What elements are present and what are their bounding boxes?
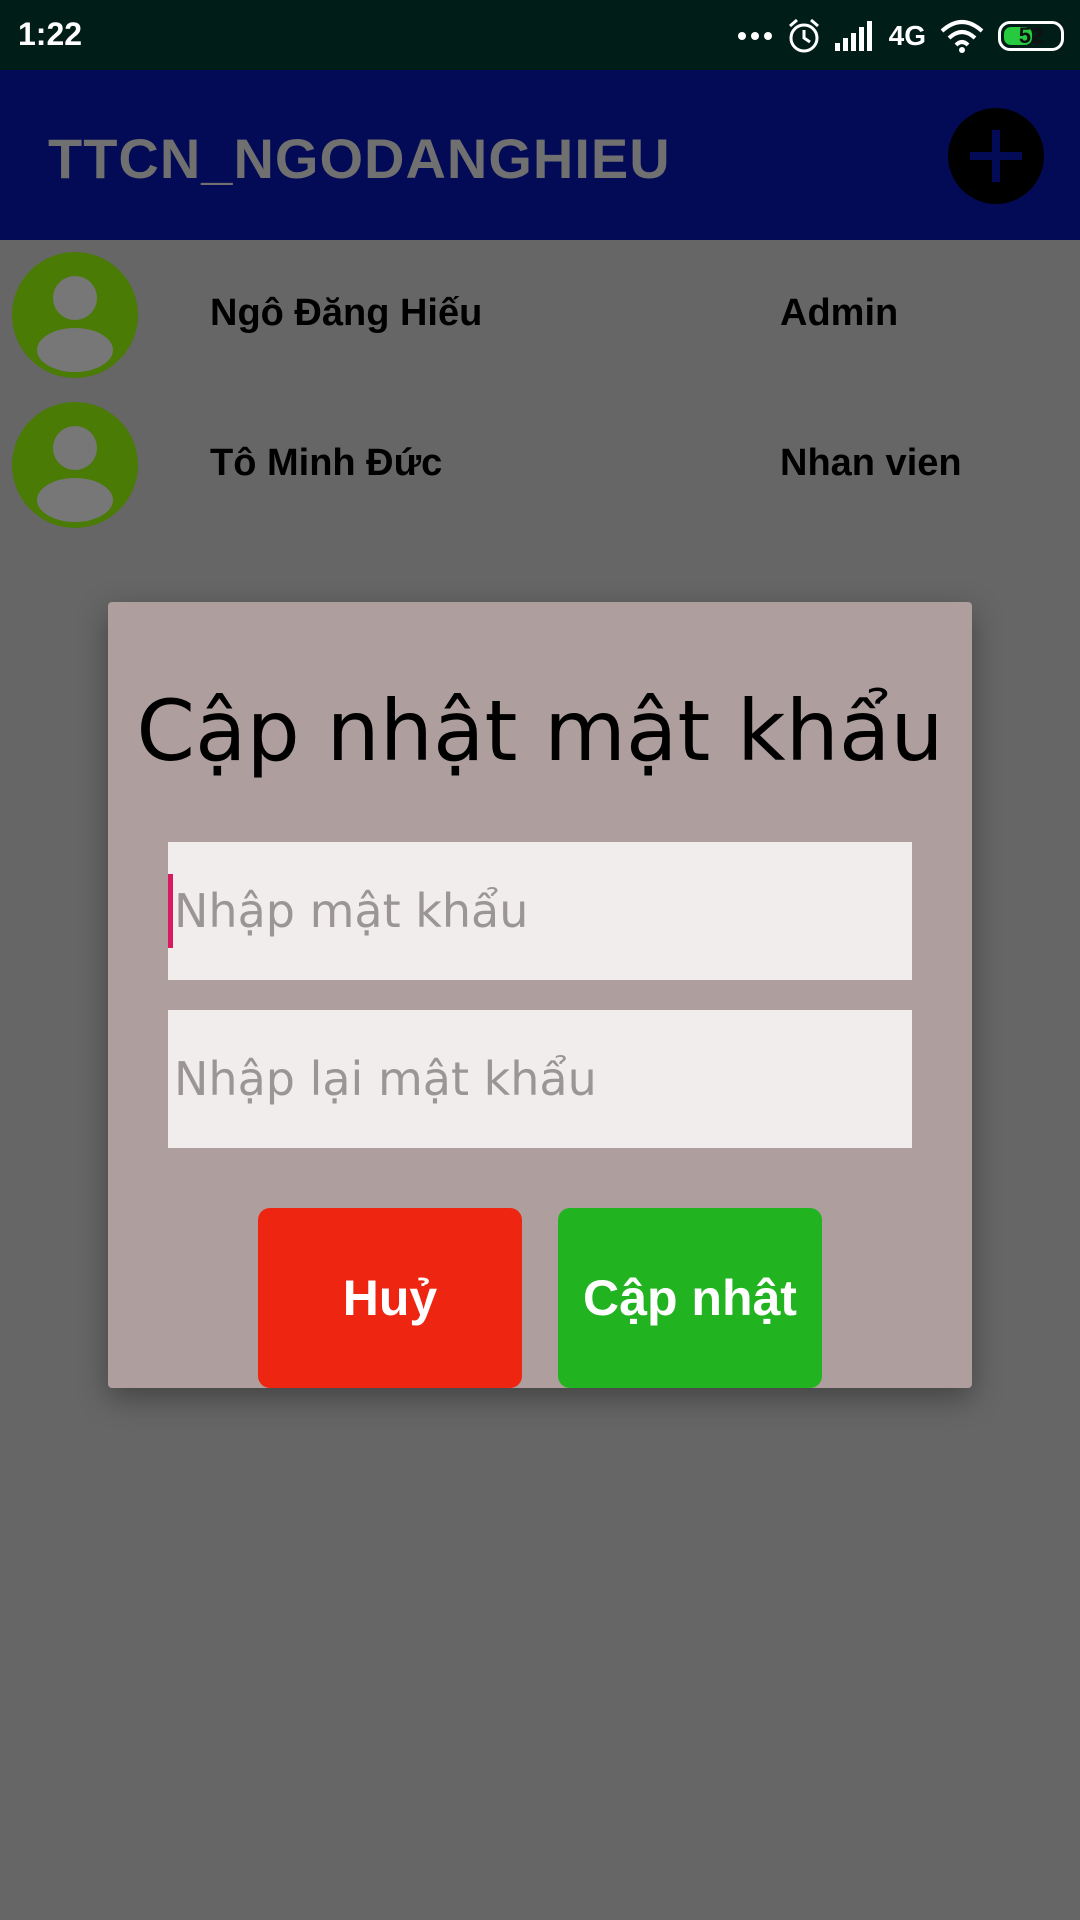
user-avatar-icon — [37, 426, 113, 522]
avatar — [12, 402, 138, 528]
user-role: Nhan vien — [780, 442, 962, 484]
user-row[interactable]: Tô Minh Đức Nhan vien — [0, 390, 1080, 540]
app-bar: TTCN_NGODANGHIEU — [0, 70, 1080, 240]
text-cursor — [168, 874, 173, 948]
add-user-button[interactable] — [948, 108, 1044, 204]
update-button[interactable]: Cập nhật — [558, 1208, 822, 1388]
app-title: TTCN_NGODANGHIEU — [48, 127, 671, 190]
status-icons: 4G 52 — [737, 14, 1064, 58]
update-password-dialog: Cập nhật mật khẩu Huỷ Cập nhật — [108, 602, 972, 1388]
dialog-title: Cập nhật mật khẩu — [136, 682, 944, 780]
battery-level: 52 — [1018, 23, 1044, 48]
confirm-password-input[interactable] — [168, 1010, 912, 1148]
network-type: 4G — [888, 20, 926, 51]
user-name: Ngô Đăng Hiếu — [210, 292, 483, 334]
wifi-icon — [940, 20, 984, 53]
avatar — [12, 252, 138, 378]
status-time: 1:22 — [18, 16, 83, 52]
user-avatar-icon — [37, 276, 113, 372]
user-name: Tô Minh Đức — [210, 442, 443, 484]
battery-icon: 52 — [998, 21, 1064, 51]
cancel-button[interactable]: Huỷ — [258, 1208, 522, 1388]
signal-icon — [834, 21, 872, 51]
more-dots-icon — [737, 32, 772, 40]
alarm-icon — [788, 18, 819, 53]
password-input[interactable] — [168, 842, 912, 980]
plus-icon — [970, 130, 1022, 182]
user-list: Ngô Đăng Hiếu Admin Tô Minh Đức Nhan vie… — [0, 240, 1080, 540]
status-bar: 1:22 4G 52 — [0, 0, 1080, 70]
user-role: Admin — [780, 292, 899, 334]
user-row[interactable]: Ngô Đăng Hiếu Admin — [0, 240, 1080, 390]
